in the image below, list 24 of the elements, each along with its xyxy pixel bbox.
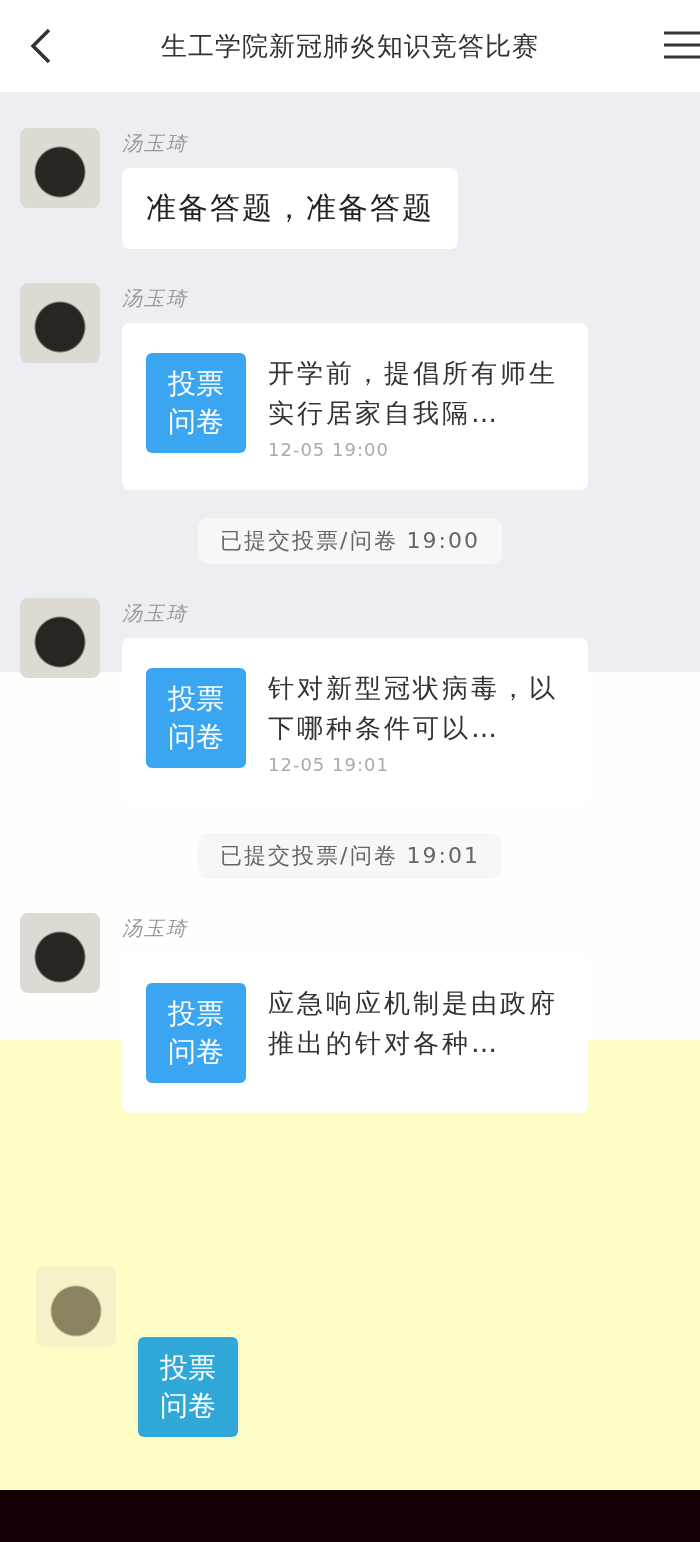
message-time: 12-05 19:00 <box>268 439 390 460</box>
sender-name: 汤玉琦 <box>122 285 189 312</box>
chat-title: 生工学院新冠肺炎知识竞答比赛 <box>161 29 539 63</box>
system-notice: 已提交投票/问卷 19:01 <box>198 833 502 879</box>
avatar-image[interactable] <box>20 283 100 363</box>
message-time: 12-05 19:01 <box>268 754 390 775</box>
sender-name: 汤玉琦 <box>122 130 189 157</box>
avatar-image[interactable] <box>20 913 100 993</box>
sender-name: 汤玉琦 <box>122 600 189 627</box>
avatar-image[interactable] <box>20 598 100 678</box>
vote-badge: 投票 问卷 <box>146 353 246 453</box>
vote-badge: 投票 问卷 <box>146 983 246 1083</box>
vote-title: 开学前，提倡所有师生实行居家自我隔… <box>268 357 558 430</box>
vote-title: 应急响应机制是由政府推出的针对各种… <box>268 987 558 1060</box>
vote-title: 针对新型冠状病毒，以下哪种条件可以… <box>268 672 558 745</box>
vote-badge: 投票 问卷 <box>138 1337 238 1437</box>
vote-badge: 投票 问卷 <box>146 668 246 768</box>
message-bubble: 准备答题，准备答题 <box>122 168 458 249</box>
sender-name: 汤玉琦 <box>122 915 189 942</box>
back-icon[interactable] <box>28 27 52 65</box>
avatar-image[interactable] <box>20 128 100 208</box>
system-notice: 已提交投票/问卷 19:00 <box>198 518 502 564</box>
vote-card[interactable]: 投票 问卷 开学前，提倡所有师生实行居家自我隔… 12-05 19:00 <box>122 323 588 490</box>
menu-icon[interactable] <box>664 31 700 59</box>
